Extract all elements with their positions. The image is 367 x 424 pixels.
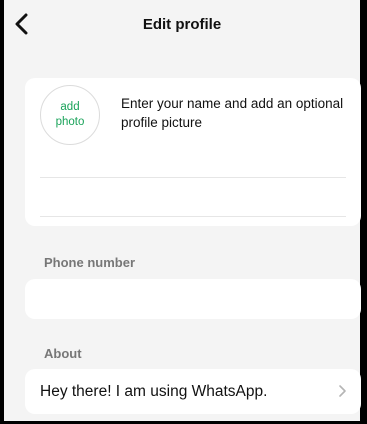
page-title: Edit profile (142, 16, 222, 33)
chevron-right-icon (339, 385, 346, 397)
edit-profile-screen: Edit profile add photo Enter your name a… (0, 0, 367, 424)
about-value: Hey there! I am using WhatsApp. (40, 382, 268, 400)
about-row[interactable]: Hey there! I am using WhatsApp. (25, 369, 361, 414)
add-photo-button[interactable]: add photo (40, 85, 100, 145)
about-label: About (44, 346, 82, 361)
profile-hint-text: Enter your name and add an optional prof… (121, 96, 344, 130)
profile-card: add photo Enter your name and add an opt… (25, 78, 361, 226)
phone-number-field[interactable] (25, 279, 361, 319)
top-bar: Edit profile (4, 0, 360, 52)
name-input[interactable] (40, 177, 346, 217)
phone-number-label: Phone number (44, 255, 136, 270)
add-photo-label-line1: add (60, 101, 80, 113)
add-photo-label-line2: photo (55, 116, 85, 128)
